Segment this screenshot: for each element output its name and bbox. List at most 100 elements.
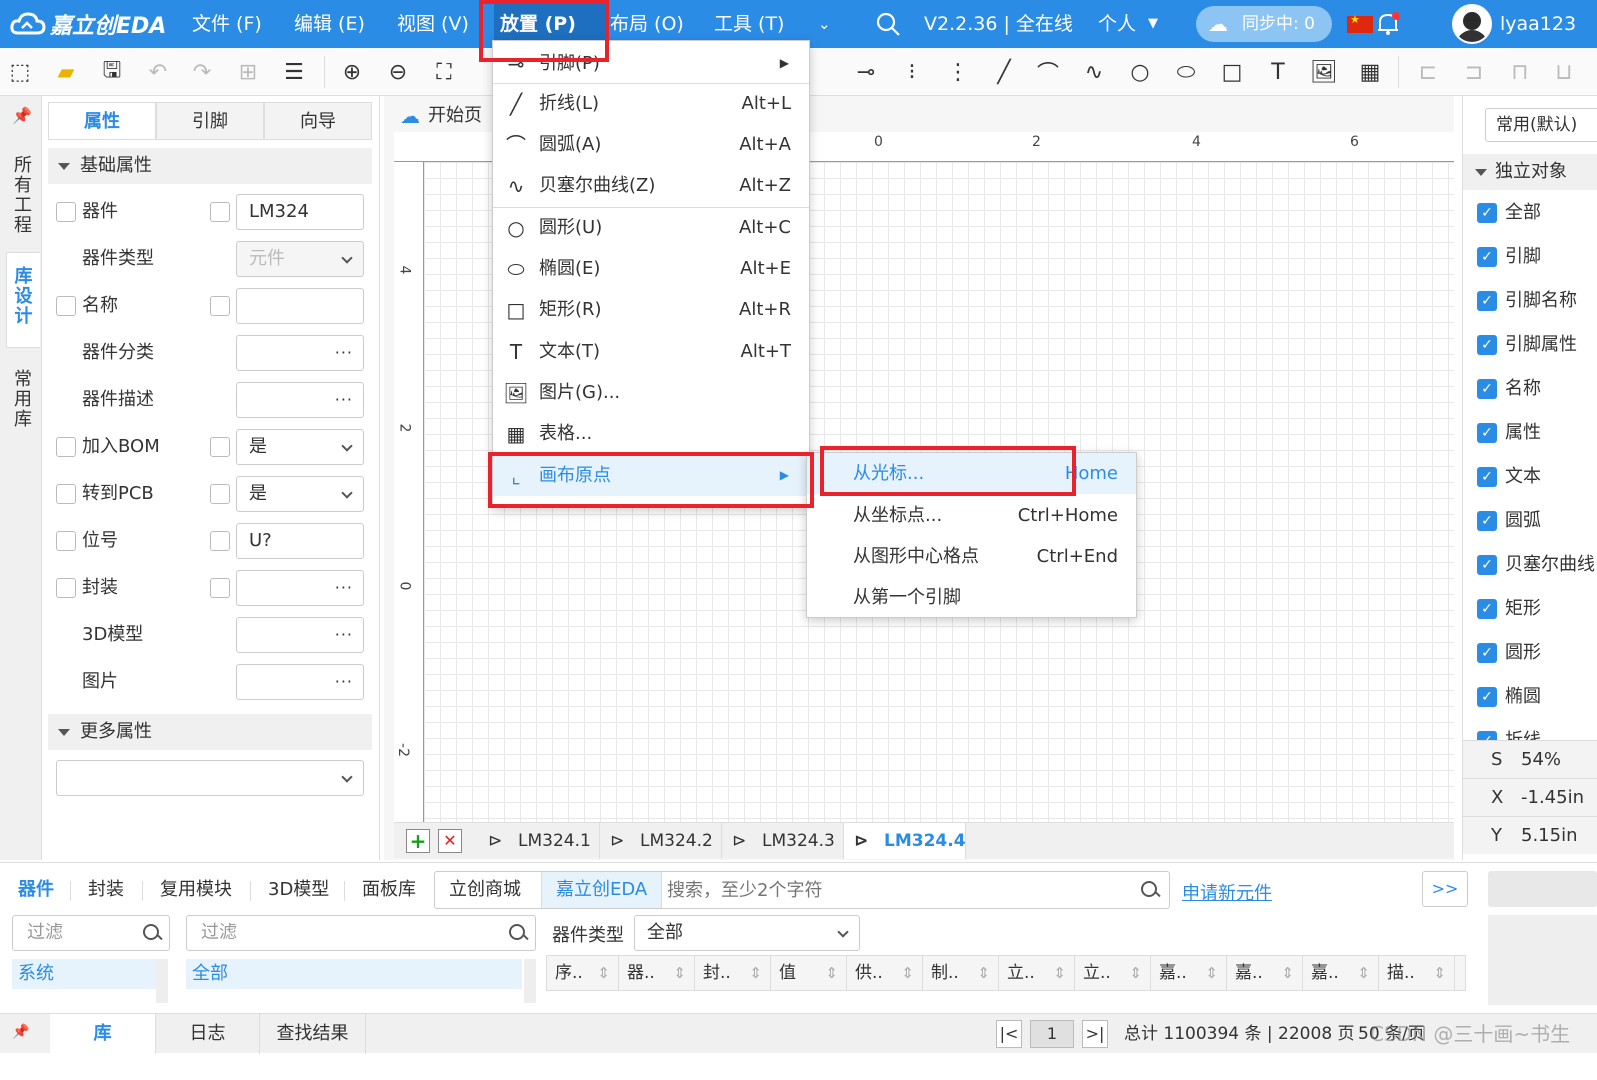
property-value-field[interactable]: 元件 xyxy=(236,241,364,277)
property-visible-checkbox[interactable] xyxy=(210,578,230,598)
grid-tiles-icon[interactable]: ⊞ xyxy=(232,56,264,88)
property-value-field[interactable]: 是 xyxy=(236,476,364,512)
redo-icon[interactable]: ↷ xyxy=(186,56,218,88)
notification-bell-icon[interactable] xyxy=(1374,10,1402,38)
place-menu-item[interactable]: ╱ 折线(L) Alt+L xyxy=(493,83,809,124)
tab-footprints[interactable]: 封装 xyxy=(88,877,124,903)
zoom-in-icon[interactable]: ⊕ xyxy=(336,56,368,88)
search-icon[interactable] xyxy=(876,12,900,36)
property-checkbox[interactable] xyxy=(56,531,76,551)
source-jlceda[interactable]: 嘉立创EDA xyxy=(541,872,663,908)
place-menu-item[interactable]: T 文本(T) Alt+T xyxy=(493,331,809,372)
rectangle-tool-icon[interactable]: □ xyxy=(1216,56,1248,88)
property-checkbox[interactable] xyxy=(56,578,76,598)
arc-tool-icon[interactable]: ⌒ xyxy=(1032,56,1064,88)
more-options-icon[interactable]: ··· xyxy=(335,336,353,370)
filter-checkbox-item[interactable]: 引脚名称 xyxy=(1477,286,1577,316)
scrollbar[interactable] xyxy=(524,959,536,1003)
language-flag-icon[interactable] xyxy=(1347,13,1373,33)
open-folder-icon[interactable]: ▰ xyxy=(50,56,82,88)
pin-tool-icon[interactable]: ⊸ xyxy=(850,56,882,88)
table-column-header[interactable]: 封.. xyxy=(695,956,771,990)
text-tool-icon[interactable]: T xyxy=(1262,56,1294,88)
origin-submenu-item[interactable]: 从图形中心格点 Ctrl+End xyxy=(807,536,1136,577)
filter-checkbox-item[interactable]: 属性 xyxy=(1477,418,1541,448)
filter-checkbox-item[interactable]: 圆形 xyxy=(1477,638,1541,668)
place-menu-item[interactable]: □ 矩形(R) Alt+R xyxy=(493,289,809,330)
align-right-icon[interactable]: ⊐ xyxy=(1458,56,1490,88)
section-more-properties[interactable]: 更多属性 xyxy=(48,714,372,750)
place-menu-item[interactable]: ⌒ 圆弧(A) Alt+A xyxy=(493,124,809,165)
place-menu-item[interactable]: ⬭ 椭圆(E) Alt+E xyxy=(493,248,809,289)
scrollbar[interactable] xyxy=(156,959,168,1003)
category-filter-input[interactable]: 过滤 xyxy=(12,915,170,951)
tab-library-design[interactable]: 库设计 xyxy=(6,252,40,348)
place-menu-item[interactable]: ∿ 贝塞尔曲线(Z) Alt+Z xyxy=(493,165,809,206)
filter-checkbox-item[interactable]: 贝塞尔曲线 xyxy=(1477,550,1595,580)
property-visible-checkbox[interactable] xyxy=(210,296,230,316)
property-value-field[interactable]: ··· xyxy=(236,335,364,371)
expand-button[interactable]: >> xyxy=(1422,871,1468,907)
save-icon[interactable]: 🖫 xyxy=(96,56,128,88)
image-tool-icon[interactable]: 🖼 xyxy=(1308,56,1340,88)
more-options-icon[interactable]: ··· xyxy=(335,665,353,699)
table-column-header[interactable]: 嘉.. xyxy=(1303,956,1379,990)
source-lcsc[interactable]: 立创商城 xyxy=(435,872,535,908)
tab-common-library[interactable]: 常用库 xyxy=(6,358,40,454)
table-column-header[interactable]: 立.. xyxy=(1075,956,1151,990)
component-type-select[interactable]: 全部 xyxy=(634,915,860,951)
property-value-field[interactable]: U? xyxy=(236,523,364,559)
table-column-header[interactable]: 序.. xyxy=(547,956,619,990)
table-column-header[interactable]: 制.. xyxy=(923,956,999,990)
apply-new-component-link[interactable]: 申请新元件 xyxy=(1182,879,1272,905)
workspace-dropdown-icon[interactable]: ▼ xyxy=(1148,0,1158,48)
table-column-header[interactable]: 立.. xyxy=(999,956,1075,990)
table-tool-icon[interactable]: ▦ xyxy=(1354,56,1386,88)
filter-preset-select[interactable]: 常用(默认) xyxy=(1485,108,1597,142)
tab-search-results[interactable]: 查找结果 xyxy=(260,1014,366,1054)
place-menu-item[interactable]: 🖼 图片(G)... xyxy=(493,372,809,413)
doc-tab[interactable]: ⊳ LM324.1 xyxy=(478,823,600,859)
filter-checkbox-item[interactable]: 矩形 xyxy=(1477,594,1541,624)
menu-view[interactable]: 视图 (V) xyxy=(391,0,475,48)
zoom-out-icon[interactable]: ⊖ xyxy=(382,56,414,88)
username[interactable]: lyaa123 xyxy=(1500,0,1576,48)
tab-3d-models[interactable]: 3D模型 xyxy=(268,877,329,903)
table-column-header[interactable]: 器.. xyxy=(619,956,695,990)
property-value-field[interactable]: ··· xyxy=(236,382,364,418)
ellipse-tool-icon[interactable]: ⬭ xyxy=(1170,56,1202,88)
property-value-field[interactable]: ··· xyxy=(236,617,364,653)
more-menus-chevron-icon[interactable]: ⌄ xyxy=(818,0,831,48)
last-page-button[interactable]: >| xyxy=(1082,1020,1108,1048)
component-search-input[interactable] xyxy=(667,876,1127,904)
tab-reuse-modules[interactable]: 复用模块 xyxy=(160,877,232,903)
filter-checkbox-item[interactable]: 文本 xyxy=(1477,462,1541,492)
place-menu-item[interactable]: ○ 圆形(U) Alt+C xyxy=(493,207,809,248)
property-checkbox[interactable] xyxy=(56,437,76,457)
property-value-field[interactable] xyxy=(236,288,364,324)
property-value-field[interactable]: ··· xyxy=(236,664,364,700)
tab-all-projects[interactable]: 所有工程 xyxy=(6,146,40,252)
circle-tool-icon[interactable]: ○ xyxy=(1124,56,1156,88)
tab-start-page[interactable]: ☁ 开始页 xyxy=(390,100,496,132)
side-action-button[interactable] xyxy=(1488,871,1597,907)
table-column-header[interactable]: 嘉.. xyxy=(1151,956,1227,990)
tab-wizard[interactable]: 向导 xyxy=(264,102,372,139)
filter-checkbox-item[interactable]: 圆弧 xyxy=(1477,506,1541,536)
list-search-icon[interactable]: ☰ xyxy=(278,56,310,88)
more-options-icon[interactable]: ··· xyxy=(335,383,353,417)
more-options-icon[interactable]: ··· xyxy=(335,618,353,652)
property-value-field[interactable]: 是 xyxy=(236,429,364,465)
sync-status-button[interactable]: ☁ 同步中: 0 xyxy=(1196,6,1332,42)
doc-tab-active[interactable]: ⊳ LM324.4 xyxy=(844,823,966,859)
tab-panel-library[interactable]: 面板库 xyxy=(362,877,416,903)
table-column-header[interactable]: 描.. xyxy=(1379,956,1455,990)
origin-submenu-item[interactable]: 从第一个引脚 xyxy=(807,577,1136,618)
pin-panel-icon[interactable]: 📌 xyxy=(12,106,32,125)
page-number-input[interactable]: 1 xyxy=(1030,1020,1074,1048)
table-column-header[interactable]: 值 xyxy=(771,956,847,990)
tab-library[interactable]: 库 xyxy=(50,1014,156,1054)
table-column-header[interactable]: 供.. xyxy=(847,956,923,990)
property-checkbox[interactable] xyxy=(56,484,76,504)
doc-tab[interactable]: ⊳ LM324.3 xyxy=(722,823,844,859)
